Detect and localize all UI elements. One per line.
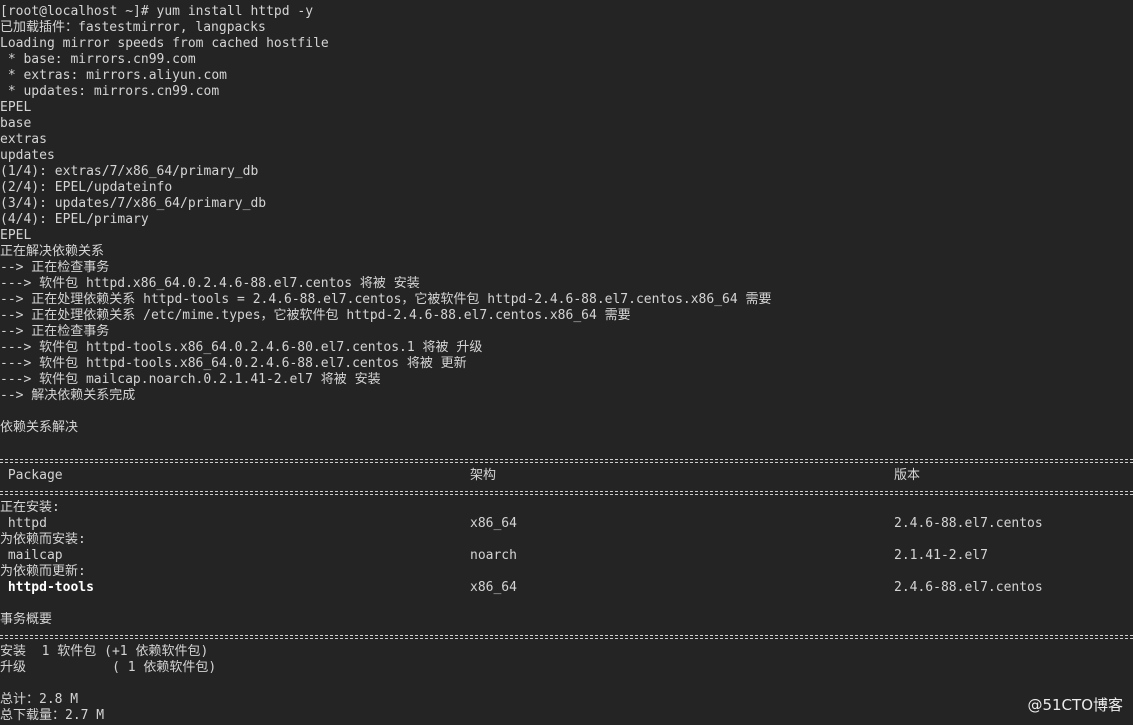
- output-line: * updates: mirrors.cn99.com: [0, 84, 220, 99]
- output-line: --> 正在检查事务: [0, 324, 110, 339]
- output-line: ---> 软件包 httpd-tools.x86_64.0.2.4.6-88.e…: [0, 356, 467, 371]
- table-header-row: Package 架构 版本: [0, 468, 1133, 484]
- output-line: (3/4): updates/7/x86_64/primary_db: [0, 196, 267, 211]
- summary-total-line: 总计：2.8 M: [0, 692, 79, 707]
- output-line: --> 正在处理依赖关系 /etc/mime.types，它被软件包 httpd…: [0, 308, 631, 323]
- table-row: mailcap noarch 2.1.41-2.el7: [0, 548, 1133, 564]
- package-name: mailcap: [0, 548, 63, 563]
- output-line: Loading mirror speeds from cached hostfi…: [0, 36, 329, 51]
- package-version: 2.4.6-88.el7.centos: [894, 516, 1043, 531]
- table-row: httpd x86_64 2.4.6-88.el7.centos: [0, 516, 1133, 532]
- package-version: 2.4.6-88.el7.centos: [894, 580, 1043, 595]
- terminal-output[interactable]: [root@localhost ~]# yum install httpd -y…: [0, 4, 1133, 724]
- output-line: EPEL: [0, 100, 32, 115]
- package-arch: x86_64: [470, 516, 517, 531]
- summary-title: 事务概要: [0, 612, 53, 627]
- section-label-installing: 正在安装:: [0, 500, 60, 515]
- column-header-arch: 架构: [470, 468, 497, 483]
- output-line: --> 正在处理依赖关系 httpd-tools = 2.4.6-88.el7.…: [0, 292, 772, 307]
- section-label-dep-install: 为依赖而安装:: [0, 532, 86, 547]
- output-line: * base: mirrors.cn99.com: [0, 52, 196, 67]
- output-line: base: [0, 116, 32, 131]
- output-line: EPEL: [0, 228, 32, 243]
- output-line: 依赖关系解决: [0, 420, 79, 435]
- package-version: 2.1.41-2.el7: [894, 548, 988, 563]
- column-header-version: 版本: [894, 468, 921, 483]
- summary-rule: [0, 628, 1133, 644]
- output-line: --> 正在检查事务: [0, 260, 110, 275]
- output-line: --> 解决依赖关系完成: [0, 388, 136, 403]
- table-rule-header: [0, 484, 1133, 500]
- output-line: ---> 软件包 httpd.x86_64.0.2.4.6-88.el7.cen…: [0, 276, 420, 291]
- summary-install-line: 安装 1 软件包 (+1 依赖软件包): [0, 644, 209, 659]
- output-line: 已加载插件：fastestmirror, langpacks: [0, 20, 266, 35]
- output-line: extras: [0, 132, 47, 147]
- watermark-logo: @51CTO博客: [1027, 696, 1123, 714]
- package-name: httpd-tools: [0, 580, 94, 595]
- table-row: httpd-tools x86_64 2.4.6-88.el7.centos: [0, 580, 1133, 596]
- output-line: ---> 软件包 httpd-tools.x86_64.0.2.4.6-80.e…: [0, 340, 483, 355]
- section-label-dep-update: 为依赖而更新:: [0, 564, 86, 579]
- output-line: * extras: mirrors.aliyun.com: [0, 68, 227, 83]
- summary-upgrade-line: 升级 ( 1 依赖软件包): [0, 660, 217, 675]
- column-header-package: Package: [0, 468, 63, 483]
- package-arch: noarch: [470, 548, 517, 563]
- summary-download-line: 总下载量：2.7 M: [0, 708, 105, 723]
- prompt-command-line: [root@localhost ~]# yum install httpd -y: [0, 4, 314, 19]
- output-line: updates: [0, 148, 55, 163]
- table-rule-top: [0, 452, 1133, 468]
- output-line: (1/4): extras/7/x86_64/primary_db: [0, 164, 259, 179]
- output-line: ---> 软件包 mailcap.noarch.0.2.1.41-2.el7 将…: [0, 372, 381, 387]
- package-arch: x86_64: [470, 580, 517, 595]
- output-line: (4/4): EPEL/primary: [0, 212, 149, 227]
- package-name: httpd: [0, 516, 47, 531]
- output-line: (2/4): EPEL/updateinfo: [0, 180, 173, 195]
- output-line: 正在解决依赖关系: [0, 244, 105, 259]
